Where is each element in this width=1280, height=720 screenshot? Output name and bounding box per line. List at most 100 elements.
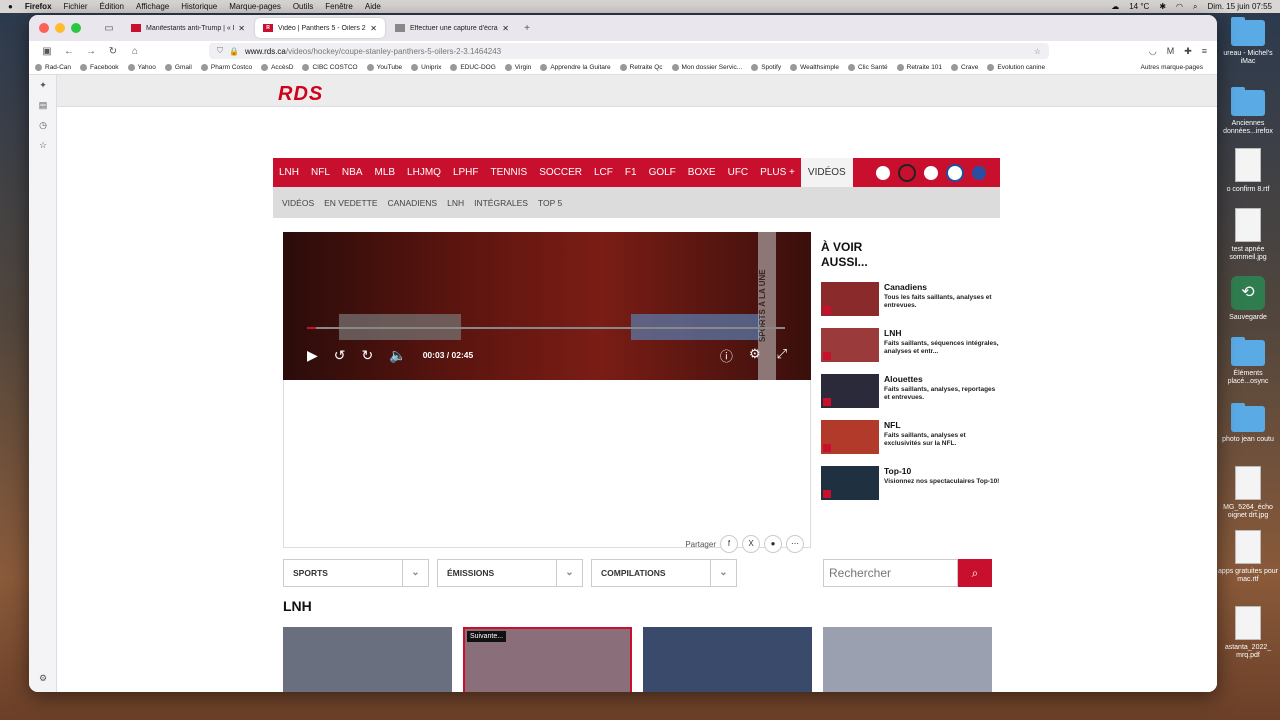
zoom-window-button[interactable] <box>71 23 81 33</box>
subnav-item[interactable]: LNH <box>447 198 464 208</box>
desktop-icon[interactable]: o confirm 8.rtf <box>1216 148 1280 194</box>
new-tab-icon[interactable]: + <box>519 23 535 34</box>
desktop-icon[interactable]: photo jean coutu <box>1216 403 1280 444</box>
filter-dropdown[interactable]: SPORTS ⌄ <box>283 559 429 587</box>
bookmark-item[interactable]: Gmail <box>164 64 192 71</box>
rds-logo[interactable]: RDS <box>278 83 323 106</box>
bookmark-item[interactable]: YouTube <box>366 64 402 71</box>
see-also-thumbnail[interactable] <box>821 466 879 500</box>
filter-dropdown[interactable]: ÉMISSIONS ⌄ <box>437 559 583 587</box>
nav-item[interactable]: NFL <box>305 167 336 178</box>
datetime[interactable]: Dim. 15 juin 07:55 <box>1208 2 1272 11</box>
menu-affichage[interactable]: Affichage <box>136 2 169 11</box>
home-icon[interactable]: ⌂ <box>127 46 143 57</box>
subnav-item[interactable]: TOP 5 <box>538 198 562 208</box>
see-also-item-title[interactable]: NFL <box>884 420 1001 430</box>
see-also-item-title[interactable]: Top-10 <box>884 466 999 476</box>
extensions-icon[interactable]: ✚ <box>1184 46 1192 57</box>
desktop-icon[interactable]: Anciennes données...irefox <box>1216 87 1280 136</box>
bookmark-item[interactable]: Evolution canine <box>987 64 1045 71</box>
nav-item[interactable]: BOXE <box>682 167 722 178</box>
see-also-item-title[interactable]: LNH <box>884 328 1001 338</box>
desktop-icon[interactable]: astanta_2022_ mrq.pdf <box>1216 606 1280 660</box>
bookmark-item[interactable]: Spotify <box>751 64 781 71</box>
temperature[interactable]: 14 °C <box>1129 2 1149 11</box>
see-also-item-title[interactable]: Canadiens <box>884 282 1001 292</box>
video-player[interactable]: SPORTS À LA UNE ▶ ↺ ↻ 🔈 00:03 / 02:45 ⓘ … <box>283 232 811 380</box>
filter-dropdown[interactable]: COMPILATIONS ⌄ <box>591 559 737 587</box>
close-window-button[interactable] <box>39 23 49 33</box>
ai-chatbot-icon[interactable]: ✦ <box>29 75 57 95</box>
menu-edition[interactable]: Édition <box>100 2 124 11</box>
subnav-item[interactable]: VIDÉOS <box>282 198 314 208</box>
bookmark-item[interactable]: Facebook <box>80 64 119 71</box>
nav-item[interactable]: SOCCER <box>533 167 588 178</box>
bookmarks-icon[interactable]: ☆ <box>29 135 57 155</box>
wifi-icon[interactable]: ◠ <box>1176 2 1183 11</box>
video-card[interactable] <box>823 627 992 692</box>
tab-overview-icon[interactable]: ▭ <box>101 23 117 34</box>
see-also-item[interactable]: Alouettes Faits saillants, analyses, repo… <box>821 374 1001 408</box>
close-tab-icon[interactable]: ✕ <box>238 24 245 33</box>
search-button[interactable]: ⌕ <box>958 559 992 587</box>
synced-tabs-icon[interactable]: ▤ <box>29 95 57 115</box>
alouettes-logo-icon[interactable] <box>946 163 964 182</box>
nav-item[interactable]: LNH <box>273 167 305 178</box>
menu-historique[interactable]: Historique <box>181 2 217 11</box>
back-icon[interactable]: ← <box>61 46 77 57</box>
canadiens-logo-icon[interactable] <box>874 163 892 182</box>
subnav-item[interactable]: EN VEDETTE <box>324 198 377 208</box>
nav-item[interactable]: VIDÉOS <box>800 158 853 187</box>
desktop-icon[interactable]: apps gratuites pour mac.rtf <box>1216 530 1280 584</box>
menu-icon[interactable]: ≡ <box>1202 46 1207 57</box>
weather-icon[interactable]: ☁ <box>1111 2 1119 11</box>
desktop-icon[interactable]: MG_5264_écho oignet drt.jpg <box>1216 466 1280 520</box>
nav-item[interactable]: TENNIS <box>485 167 534 178</box>
nav-item[interactable]: F1 <box>619 167 643 178</box>
tab-capture-ecran[interactable]: Effectuer une capture d'écran s ✕ <box>387 18 517 38</box>
desktop-icon[interactable]: Éléments placé...osync <box>1216 337 1280 386</box>
account-icon[interactable]: M <box>1167 46 1175 57</box>
bookmark-item[interactable]: Yahoo <box>127 64 156 71</box>
desktop-icon[interactable]: ⟲ Sauvegarde <box>1216 276 1280 322</box>
bookmark-item[interactable]: Pharm Costco <box>200 64 252 71</box>
see-also-item[interactable]: LNH Faits saillants, séquences intégrales… <box>821 328 1001 362</box>
bookmark-item[interactable]: Mon dossier Servic... <box>671 64 742 71</box>
see-also-thumbnail[interactable] <box>821 374 879 408</box>
remparts-logo-icon[interactable] <box>970 163 988 182</box>
bookmark-item[interactable]: Clic Santé <box>848 64 888 71</box>
nav-item[interactable]: NBA <box>336 167 369 178</box>
bookmark-item[interactable]: Apprendre la Guitare <box>540 64 611 71</box>
forward-10-icon[interactable]: ↻ <box>362 347 374 364</box>
menu-aide[interactable]: Aide <box>365 2 381 11</box>
menu-fenetre[interactable]: Fenêtre <box>325 2 353 11</box>
menu-app-name[interactable]: Firefox <box>25 2 52 11</box>
fullscreen-icon[interactable]: ⤢ <box>777 346 787 365</box>
montreal-logo-icon[interactable] <box>922 163 940 182</box>
tab-manifestants[interactable]: Manifestants anti-Trump | « Pas ✕ <box>123 18 253 38</box>
see-also-thumbnail[interactable] <box>821 328 879 362</box>
settings-gear-icon[interactable]: ⚙ <box>749 346 761 365</box>
reload-icon[interactable]: ↻ <box>105 46 121 57</box>
tab-video-panthers[interactable]: R Vidéo | Panthers 5 - Oilers 2 ✕ <box>255 18 385 38</box>
sidebar-toggle-icon[interactable]: ▣ <box>39 46 55 57</box>
x-share-icon[interactable]: X <box>742 535 760 553</box>
facebook-share-icon[interactable]: f <box>720 535 738 553</box>
see-also-item[interactable]: Top-10 Visionnez nos spectaculaires Top-1… <box>821 466 1001 500</box>
minimize-window-button[interactable] <box>55 23 65 33</box>
nav-item[interactable]: PLUS + <box>754 167 801 178</box>
bookmark-item[interactable]: Uniprix <box>411 64 441 71</box>
nav-item[interactable]: LPHF <box>447 167 485 178</box>
see-also-item[interactable]: NFL Faits saillants, analyses et exclusiv… <box>821 420 1001 454</box>
bookmark-item[interactable]: Virgin <box>504 64 531 71</box>
desktop-icon[interactable]: ureau - Michel's iMac <box>1216 17 1280 66</box>
see-also-thumbnail[interactable] <box>821 420 879 454</box>
close-tab-icon[interactable]: ✕ <box>502 24 509 33</box>
play-icon[interactable]: ▶ <box>307 347 318 364</box>
reddit-share-icon[interactable]: ● <box>764 535 782 553</box>
nav-item[interactable]: GOLF <box>643 167 682 178</box>
bookmark-item[interactable]: AccèsD <box>261 64 293 71</box>
nav-item[interactable]: LCF <box>588 167 619 178</box>
subnav-item[interactable]: CANADIENS <box>388 198 438 208</box>
pocket-icon[interactable]: ◡ <box>1149 46 1157 57</box>
